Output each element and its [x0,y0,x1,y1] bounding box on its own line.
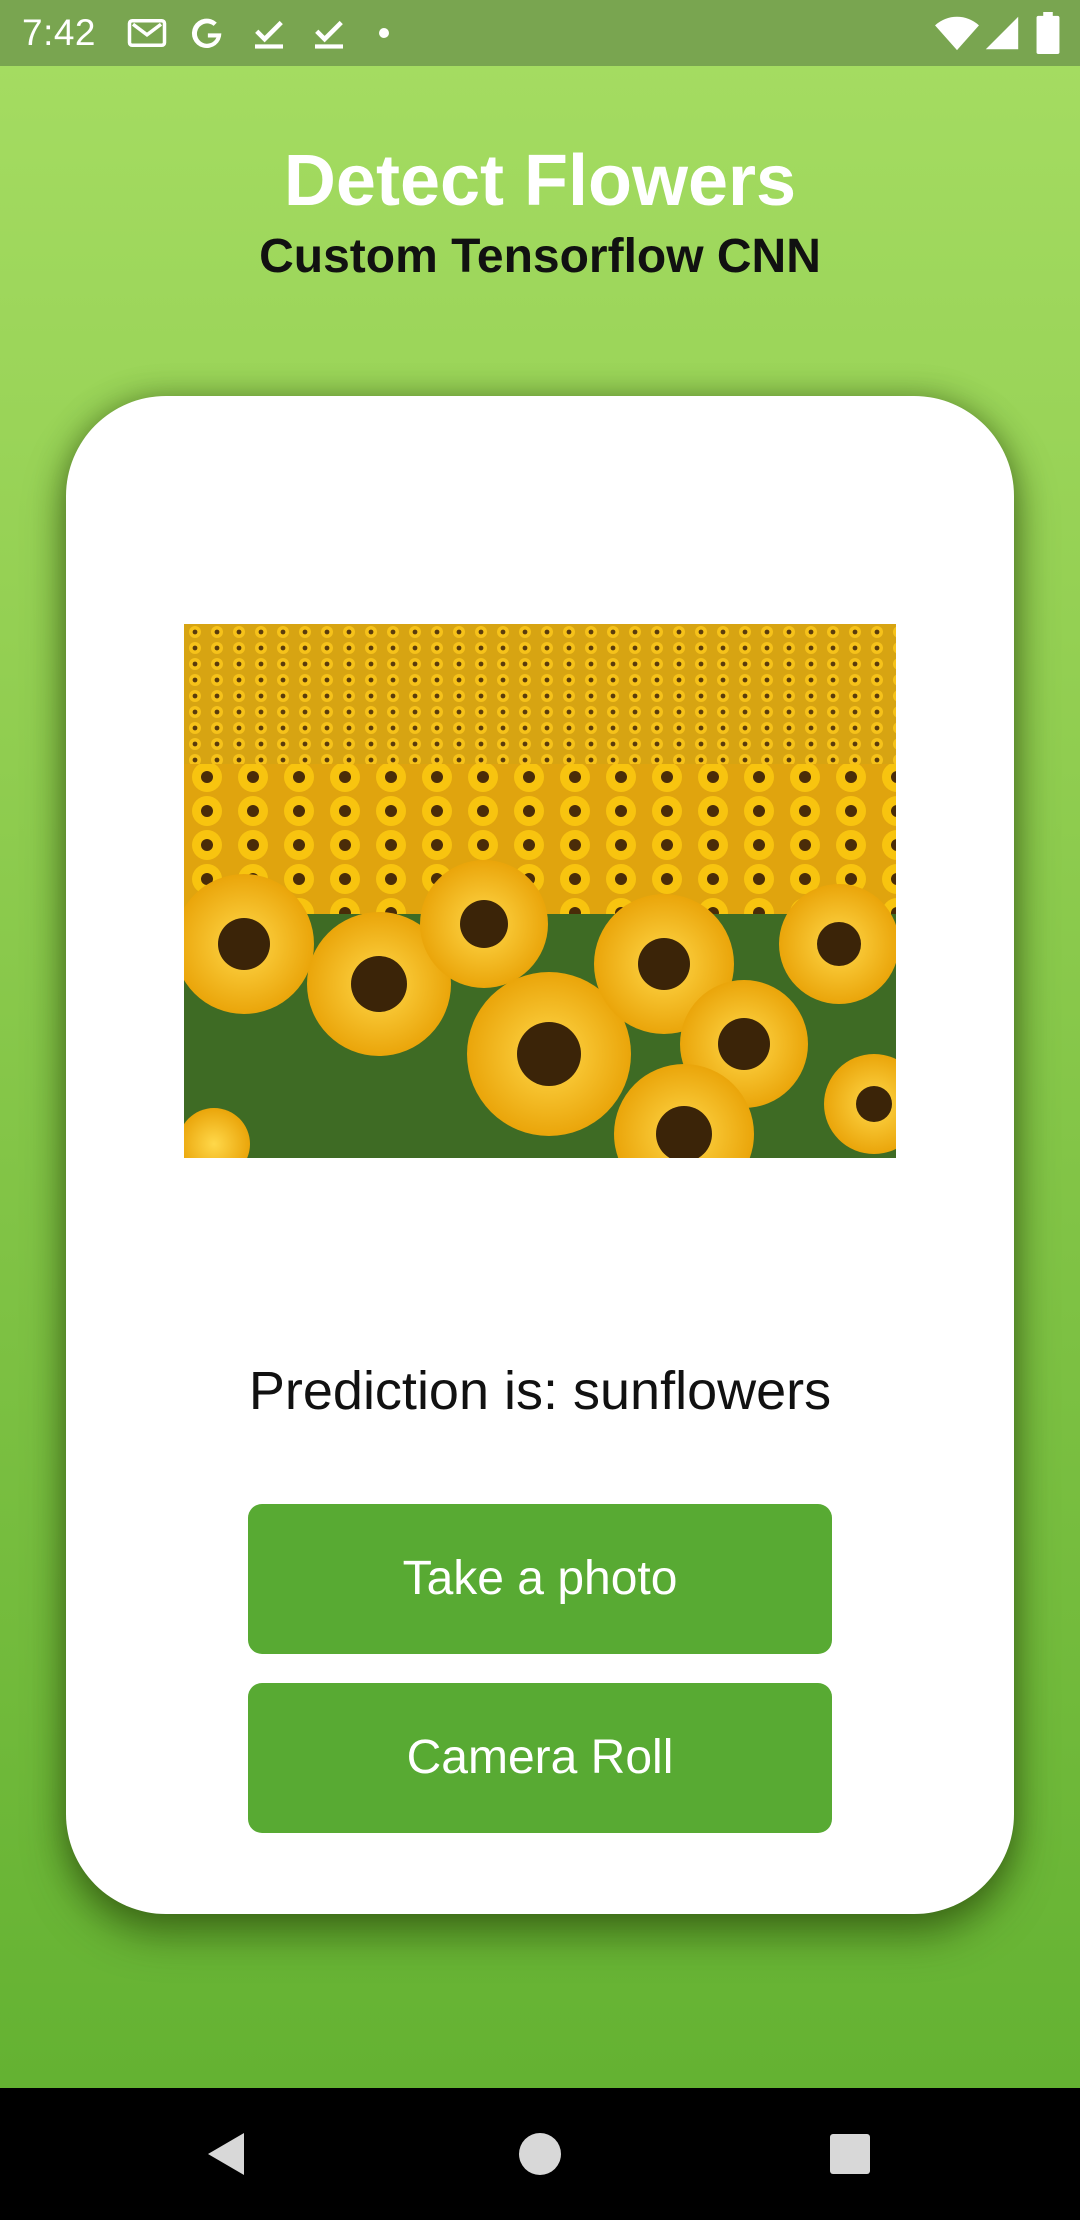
app-subtitle: Custom Tensorflow CNN [259,230,821,283]
google-icon [186,12,228,54]
home-icon[interactable] [510,2124,570,2184]
download-done-icon [248,12,290,54]
gmail-icon [126,12,168,54]
back-icon[interactable] [198,2124,258,2184]
navigation-bar [0,2088,1080,2220]
app-title: Detect Flowers [283,141,797,221]
status-bar: 7:42 [0,0,1080,66]
wifi-icon [934,12,980,54]
take-photo-button[interactable]: Take a photo [248,1504,832,1654]
prediction-text: Prediction is: sunflowers [248,1361,832,1421]
recents-icon[interactable] [820,2124,880,2184]
status-time: 7:42 [22,12,97,53]
camera-roll-button[interactable]: Camera Roll [248,1683,832,1833]
battery-icon [1036,12,1060,54]
dot-icon [372,12,396,54]
download-done-icon [308,12,350,54]
signal-icon [984,12,1020,54]
flower-image [184,624,896,1158]
